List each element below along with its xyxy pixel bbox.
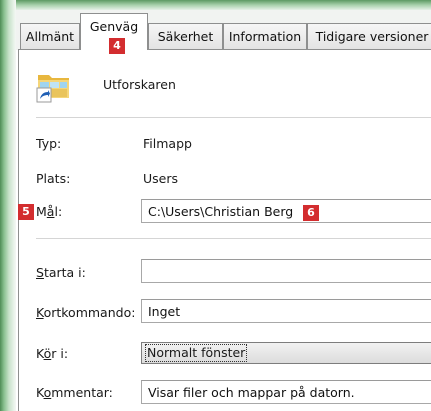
callout-badge-6: 6: [303, 205, 319, 221]
start-in-input[interactable]: [141, 259, 431, 283]
tab-previous-versions[interactable]: Tidigare versioner: [307, 23, 431, 49]
start-in-accel: S: [36, 265, 44, 280]
window-bevel-left: [0, 0, 16, 411]
run-select-value: Normalt fönster: [145, 344, 248, 362]
shortcut-key-accel: K: [36, 305, 44, 320]
shortcut-key-rest: ortkommando:: [43, 305, 136, 320]
shortcut-key-label: Kortkommando:: [36, 305, 135, 320]
callout-badge-5: 5: [18, 204, 34, 220]
target-input[interactable]: [141, 199, 431, 223]
window-bevel-top: [0, 0, 431, 10]
comment-label-prefix: K: [36, 385, 44, 400]
tab-general[interactable]: Allmänt: [20, 23, 80, 49]
start-in-rest: tarta i:: [43, 265, 86, 280]
location-value: Users: [143, 171, 179, 186]
comment-input[interactable]: [141, 380, 431, 404]
type-label: Typ:: [36, 136, 62, 151]
target-label-suffix: l:: [54, 204, 63, 219]
properties-dialog: Allmänt Genväg Säkerhet Information Tidi…: [0, 0, 431, 411]
shortcut-name: Utforskaren: [103, 77, 176, 92]
start-in-label: Starta i:: [36, 265, 86, 280]
tab-shortcut-label: Genväg: [89, 19, 139, 34]
separator-2: [36, 238, 431, 239]
target-label: Mål:: [36, 204, 62, 219]
callout-badge-4: 4: [109, 38, 125, 54]
separator-1: [36, 117, 431, 118]
tab-information[interactable]: Information: [223, 23, 307, 49]
comment-label: Kommentar:: [36, 385, 113, 400]
tab-security[interactable]: Säkerhet: [148, 23, 223, 49]
target-label-prefix: M: [36, 204, 47, 219]
run-label-suffix: r i:: [51, 346, 69, 361]
location-label: Plats:: [36, 171, 71, 186]
shortcut-key-input[interactable]: [141, 299, 431, 323]
comment-label-suffix: mmentar:: [51, 385, 113, 400]
folder-shortcut-icon: [36, 68, 72, 104]
run-label: Kör i:: [36, 346, 68, 361]
type-value: Filmapp: [143, 136, 192, 151]
run-select[interactable]: Normalt fönster: [141, 342, 431, 364]
run-label-prefix: K: [36, 346, 44, 361]
